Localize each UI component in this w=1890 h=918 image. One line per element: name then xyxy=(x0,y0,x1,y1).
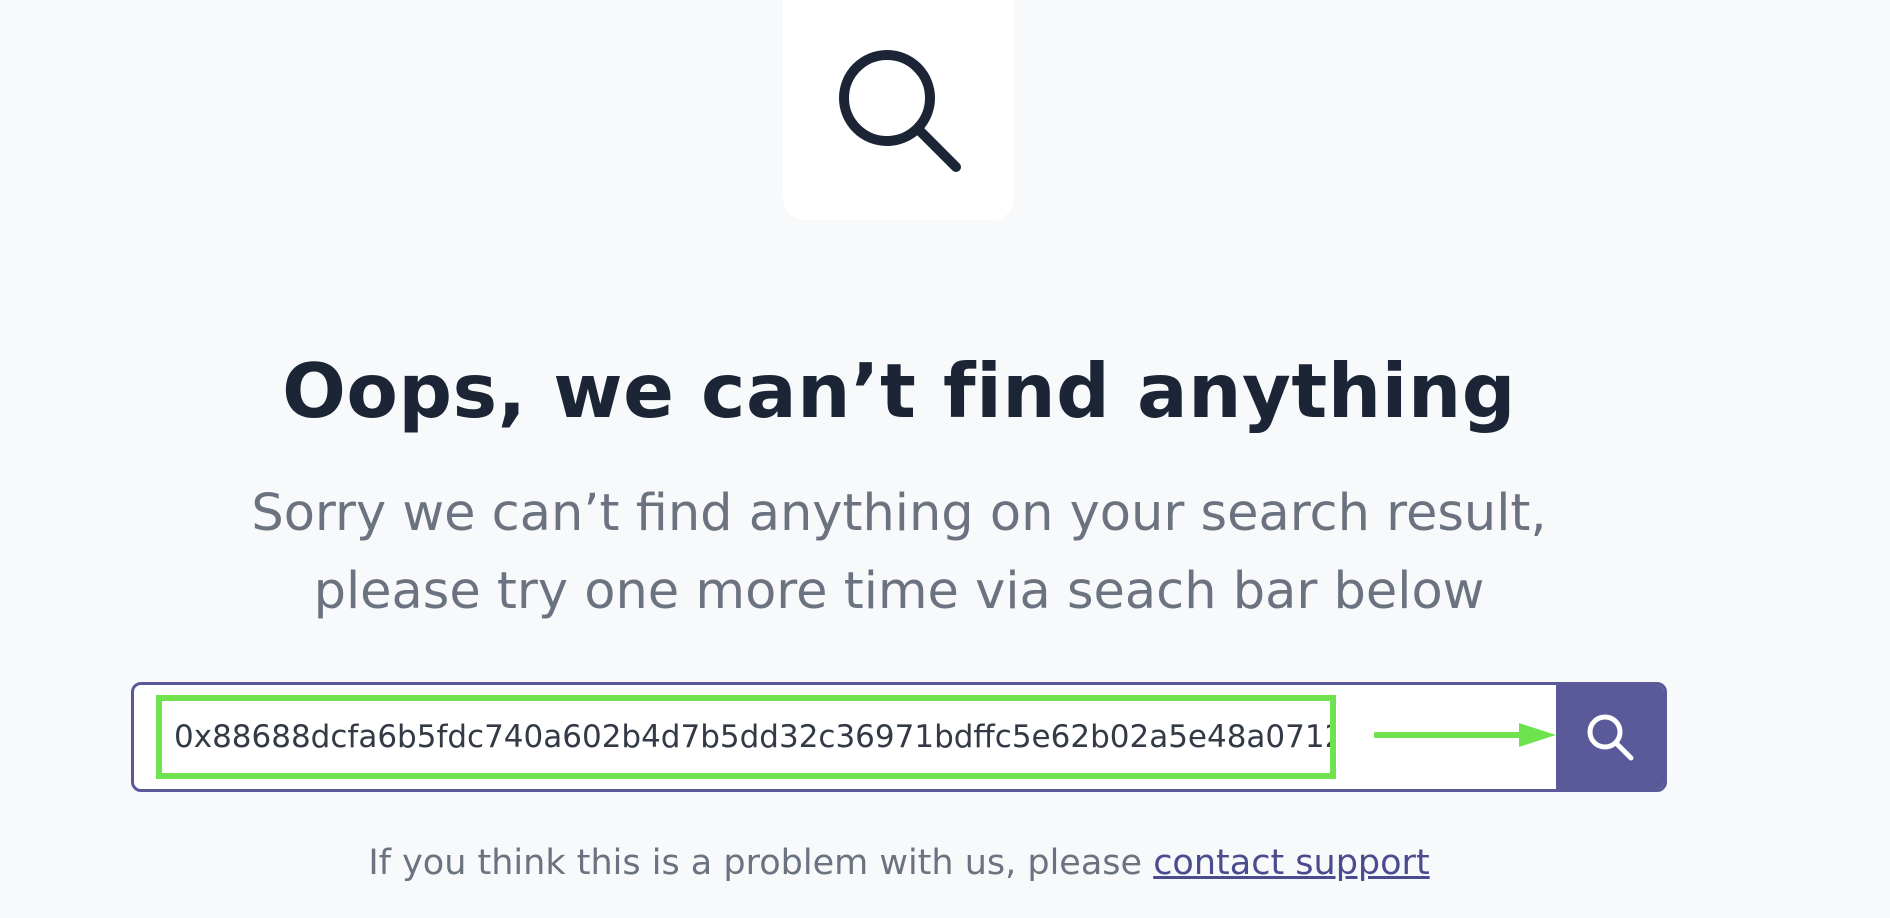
page-description: Sorry we can’t find anything on your sea… xyxy=(0,475,1798,631)
search-bar: 0x88688dcfa6b5fdc740a602b4d7b5dd32c36971… xyxy=(131,682,1667,792)
search-icon xyxy=(838,50,961,172)
description-line-2: please try one more time via seach bar b… xyxy=(313,562,1485,621)
search-button[interactable] xyxy=(1556,685,1664,789)
not-found-page: Oops, we can’t find anything Sorry we ca… xyxy=(0,0,1890,918)
support-note: If you think this is a problem with us, … xyxy=(0,838,1798,888)
search-icon xyxy=(1587,714,1634,761)
support-note-text: If you think this is a problem with us, … xyxy=(368,843,1154,883)
contact-support-link[interactable]: contact support xyxy=(1153,843,1429,883)
hero-icon-tile xyxy=(783,0,1014,220)
page-title: Oops, we can’t find anything xyxy=(282,347,1516,435)
arrow-right-icon xyxy=(1374,723,1556,747)
search-input[interactable]: 0x88688dcfa6b5fdc740a602b4d7b5dd32c36971… xyxy=(156,695,1336,779)
description-line-1: Sorry we can’t find anything on your sea… xyxy=(251,484,1547,543)
